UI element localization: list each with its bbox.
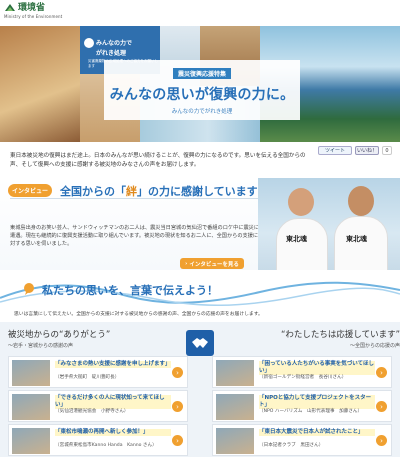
person-left-head [288, 188, 314, 216]
support-item-title: 「東日本大震災で日本人が試されたこと」 [259, 429, 375, 436]
shirt-text-right: 東北魂 [346, 235, 367, 243]
chevron-right-icon[interactable]: › [172, 401, 183, 412]
support-subtitle: 〜全国からの応援の声 [349, 343, 400, 349]
support-item-title: 「NPOと協力して支援プロジェクトをスタート」 [259, 395, 375, 409]
interview-text: 東城島出身のお笑い芸人、サンドウィッチマンのお二人は、震災当日宮城の気仙沼で番組… [10, 225, 260, 247]
thanks-item[interactable]: 「みなさまの熱い支援に感謝を申し上げます」 （岩手県大槌町 碇川豊町長） › [8, 356, 188, 388]
support-title: “わたしたちは応援しています” [280, 330, 400, 340]
support-item-sub: （NPO ハーバリズム 山形代表理事 加藤さん） [259, 409, 363, 414]
thanks-item-title: 「みなさまの熱い支援に感謝を申し上げます」 [55, 361, 171, 368]
campaign-line1: みんなの力で [96, 40, 133, 47]
thanks-column: 被災地からの“ありがとう” 〜岩手・宮城からの感謝の声 「みなさまの熱い支援に感… [0, 322, 200, 457]
hero-caption: 震災復興応援特集 みんなの思いが復興の力に。 みんなの力でがれき処理 [104, 60, 300, 120]
handshake-icon [186, 330, 214, 356]
person-left [276, 218, 328, 270]
words-text: 思いは言葉にして伝えたい。全国からの支援に対する被災地からの感謝の声、全国からの… [14, 312, 263, 317]
words-section: 私たちの思いを、言葉で伝えよう！ 思いは言葉にして伝えたい。全国からの支援に対す… [0, 270, 400, 320]
intro-text: 東日本被災地の復興はまだ途上。日本のみんなが思い続けることが、復興の力になるので… [10, 153, 306, 168]
thanks-title: 被災地からの“ありがとう” [8, 330, 111, 340]
chevron-right-icon[interactable]: › [376, 435, 387, 446]
support-item[interactable]: 「NPOと協力して支援プロジェクトをスタート」 （NPO ハーバリズム 山形代表… [212, 390, 392, 422]
like-count: 0 [382, 146, 392, 155]
thanks-item-title: 「できるだけ多くの人に現状知って来てほしい」 [55, 395, 171, 409]
special-label: 震災復興応援特集 [172, 68, 231, 79]
handshake-glyph [192, 338, 208, 348]
tweet-button[interactable]: ツイート [318, 146, 352, 155]
chevron-right-icon[interactable]: › [172, 367, 183, 378]
hero-banner: みんなの力で がれき処理 災害廃棄物の広域処理へのご協力をお願いします 震災復興… [0, 26, 400, 142]
support-thumb [216, 360, 254, 386]
thanks-item-sub: （岩手県大槌町 碇川豊町長） [55, 375, 120, 380]
thanks-item-sub: （宮城県東松島市Kanno Handa Kanno さん） [55, 443, 157, 448]
ministry-logo-icon [5, 4, 15, 11]
speech-bubble-icon [24, 283, 34, 295]
interview-divider [10, 198, 280, 199]
chevron-right-icon[interactable]: › [376, 401, 387, 412]
thanks-item[interactable]: 「できるだけ多くの人に現状知って来てほしい」 （気仙沼港観光協会 小野寺さん） … [8, 390, 188, 422]
campaign-line2: がれき処理 [96, 50, 127, 57]
thanks-heading: 被災地からの“ありがとう” 〜岩手・宮城からの感謝の声 [8, 328, 178, 349]
ministry-name-en: Ministry of the Environment [4, 14, 63, 19]
support-item-sub: （新宿ゴールデン街経営者 長谷川さん） [259, 375, 347, 380]
thanks-item-sub: （気仙沼港観光協会 小野寺さん） [55, 409, 129, 414]
person-right-head [348, 186, 374, 216]
support-item-title: 「困っている人たちがいる事実を気づいてほしい」 [259, 361, 375, 375]
thanks-thumb [12, 394, 50, 420]
thanks-thumb [12, 360, 50, 386]
shirt-text-left: 東北魂 [286, 235, 307, 243]
page-subtitle: みんなの力でがれき処理 [171, 109, 233, 115]
words-title: 私たちの思いを、言葉で伝えよう！ [42, 284, 218, 297]
interview-title: 全国からの「絆」の力に感謝しています！ [60, 183, 269, 199]
support-thumb [216, 394, 254, 420]
support-thumb [216, 428, 254, 454]
thanks-item[interactable]: 「東松市鳴瀬の再開へ新しく参加！」 （宮城県東松島市Kanno Handa Ka… [8, 424, 188, 456]
support-heading: “わたしたちは応援しています” 〜全国からの応援の声 [230, 328, 400, 349]
interview-photo: 東北魂 東北魂 [258, 178, 400, 270]
hero-photo-1 [0, 26, 80, 142]
interview-title-pre: 全国からの「 [60, 185, 126, 198]
share-buttons: ツイート いいね！ 0 [318, 146, 392, 155]
interview-section: インタビュー 全国からの「絆」の力に感謝しています！ 東城島出身のお笑い芸人、サ… [0, 178, 400, 270]
chevron-right-icon[interactable]: › [172, 435, 183, 446]
ministry-name: 環境省 [18, 3, 46, 13]
thanks-item-title: 「東松市鳴瀬の再開へ新しく参加！」 [55, 429, 171, 436]
thanks-subtitle: 〜岩手・宮城からの感謝の声 [8, 343, 74, 349]
support-column: “わたしたちは応援しています” 〜全国からの応援の声 「困っている人たちがいる事… [200, 322, 400, 457]
campaign-icon [84, 38, 94, 48]
chevron-right-icon[interactable]: › [376, 367, 387, 378]
site-header: 環境省 Ministry of the Environment [0, 0, 400, 26]
interview-more-label: インタビューを見る [189, 261, 239, 268]
thanks-thumb [12, 428, 50, 454]
support-item[interactable]: 「困っている人たちがいる事実を気づいてほしい」 （新宿ゴールデン街経営者 長谷川… [212, 356, 392, 388]
support-item-sub: （日本記者クラブ 黒田さん） [259, 443, 324, 448]
page-title: みんなの思いが復興の力に。 [109, 87, 295, 103]
interview-title-post: 」の力に感謝しています！ [137, 185, 269, 198]
ministry-logo[interactable]: 環境省 [4, 3, 45, 13]
interview-more-button[interactable]: › インタビューを見る [180, 258, 244, 269]
like-button[interactable]: いいね！ [355, 146, 379, 155]
support-item[interactable]: 「東日本大震災で日本人が試されたこと」 （日本記者クラブ 黒田さん） › [212, 424, 392, 456]
interview-title-kizuna: 絆 [126, 185, 137, 198]
interview-tab: インタビュー [8, 184, 52, 197]
